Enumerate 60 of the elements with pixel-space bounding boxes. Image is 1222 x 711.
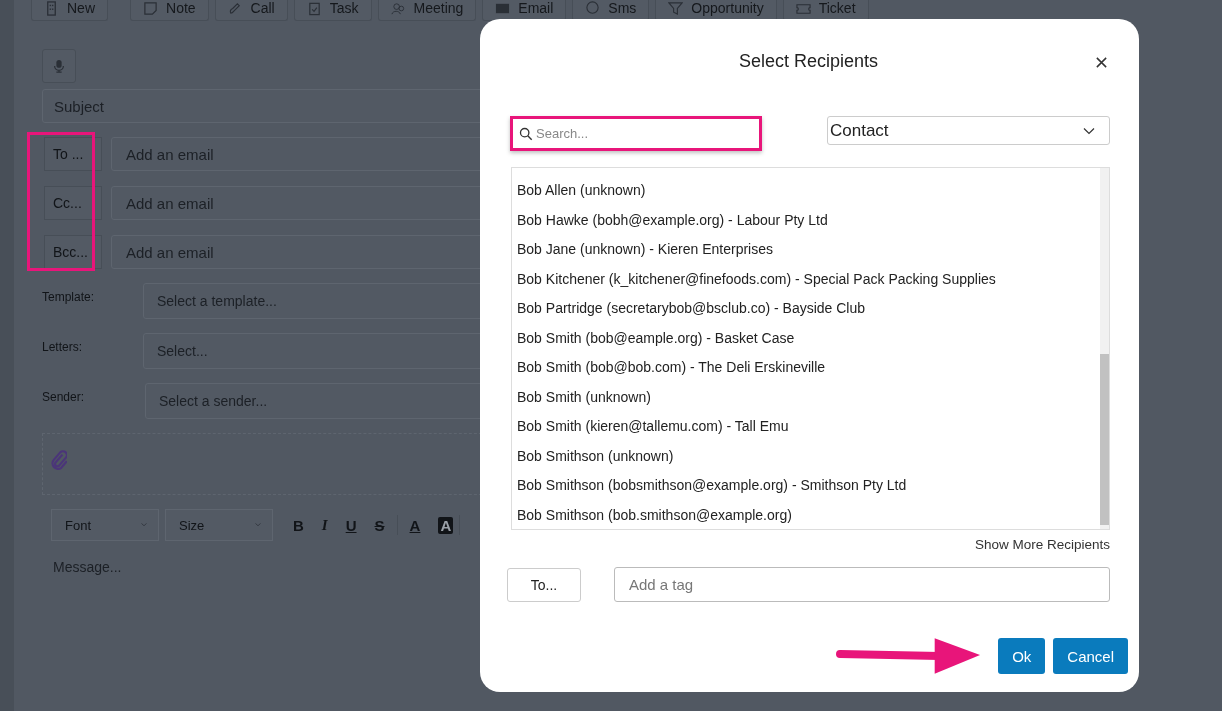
size-dropdown[interactable]: Size bbox=[165, 509, 273, 541]
toolbar-button[interactable]: Email bbox=[482, 0, 567, 21]
contact-item[interactable]: Bob Smith (kieren@tallemu.com) - Tall Emu bbox=[512, 412, 789, 442]
contact-item[interactable]: Bob Smith (unknown) bbox=[512, 382, 651, 412]
contact-item[interactable]: Bob Kitchener (k_kitchener@finefoods.com) - Special Pack Packing Supplies bbox=[512, 264, 996, 294]
microphone-button[interactable] bbox=[42, 49, 76, 83]
search-icon bbox=[519, 126, 533, 141]
close-icon[interactable] bbox=[1095, 56, 1108, 69]
toolbar-button[interactable]: Task bbox=[293, 0, 372, 21]
search-placeholder: Search... bbox=[536, 126, 589, 141]
dialog-title: Select Recipients bbox=[738, 50, 879, 72]
people-icon bbox=[390, 0, 406, 16]
dialog-button[interactable]: Cancel bbox=[1053, 638, 1128, 674]
funnel-icon bbox=[668, 0, 684, 16]
building-icon bbox=[44, 0, 59, 16]
format-button[interactable]: B bbox=[287, 516, 310, 534]
contact-item[interactable]: Bob Smith (bob@eample.org) - Basket Case bbox=[512, 323, 795, 353]
search-field[interactable]: Search... bbox=[513, 119, 759, 148]
contact-type-dropdown[interactable]: Contact bbox=[827, 116, 1110, 145]
contact-item[interactable]: Bob Smith (bob@bob.com) - The Deli Erskineville bbox=[512, 353, 826, 383]
recipient-type-button[interactable]: Cc... bbox=[44, 186, 102, 220]
highlight-color-button[interactable]: A bbox=[438, 516, 454, 534]
field-label: Letters: bbox=[42, 339, 84, 354]
toolbar-button[interactable]: Meeting bbox=[377, 0, 477, 21]
font-dropdown[interactable]: Font bbox=[51, 509, 159, 541]
microphone-icon bbox=[52, 58, 66, 74]
field-label: Sender: bbox=[42, 389, 86, 404]
tag-field[interactable]: Add a tag bbox=[613, 567, 1110, 602]
contact-item[interactable]: Bob Allen (unknown) bbox=[512, 176, 646, 206]
dialog-button[interactable]: Ok bbox=[998, 638, 1046, 674]
note-icon bbox=[143, 0, 158, 16]
contact-item[interactable]: Bob Smithson (unknown) bbox=[512, 441, 674, 471]
chevron-down-icon bbox=[1083, 126, 1095, 135]
toolbar-button[interactable]: Ticket bbox=[782, 0, 869, 21]
contact-item[interactable]: Bob Jane (unknown) - Kieren Enterprises bbox=[512, 235, 774, 265]
show-more-link[interactable]: Show More Recipients bbox=[974, 537, 1110, 552]
field-label: Template: bbox=[42, 289, 96, 304]
contact-item[interactable]: Bob Smithson (bobsmithson@example.org) - Smithson Pty Ltd bbox=[512, 471, 907, 501]
format-button[interactable]: I bbox=[315, 516, 334, 534]
toolbar-button[interactable]: Opportunity bbox=[655, 0, 777, 21]
contact-item[interactable]: Bob Partridge (secretarybob@bsclub.co) - Bayside Club bbox=[512, 294, 866, 324]
message-field[interactable]: Message... bbox=[53, 559, 122, 575]
toolbar-button[interactable]: New bbox=[31, 0, 108, 21]
to-button[interactable]: To... bbox=[507, 567, 581, 602]
contact-item[interactable]: Bob Hawke (bobh@example.org) - Labour Pty Ltd bbox=[512, 205, 828, 235]
chevron-down-icon bbox=[140, 522, 148, 528]
paperclip-icon bbox=[49, 448, 67, 470]
clipboard-icon bbox=[306, 0, 322, 16]
toolbar-button[interactable]: Call bbox=[214, 0, 288, 21]
scrollbar[interactable] bbox=[1100, 168, 1109, 529]
text-color-button[interactable]: A bbox=[403, 516, 427, 534]
toolbar-button[interactable]: Sms bbox=[572, 0, 650, 21]
contact-item[interactable]: Bob Smithson (bob.smithson@example.org) bbox=[512, 500, 792, 530]
chevron-down-icon bbox=[254, 522, 262, 528]
scrollbar-thumb[interactable] bbox=[1100, 354, 1109, 525]
format-button[interactable]: S bbox=[368, 516, 391, 534]
recipient-type-button[interactable]: Bcc... bbox=[44, 235, 102, 269]
recipient-type-button[interactable]: To ... bbox=[44, 137, 102, 171]
toolbar-button[interactable]: Note bbox=[130, 0, 209, 21]
format-button[interactable]: U bbox=[339, 516, 363, 534]
